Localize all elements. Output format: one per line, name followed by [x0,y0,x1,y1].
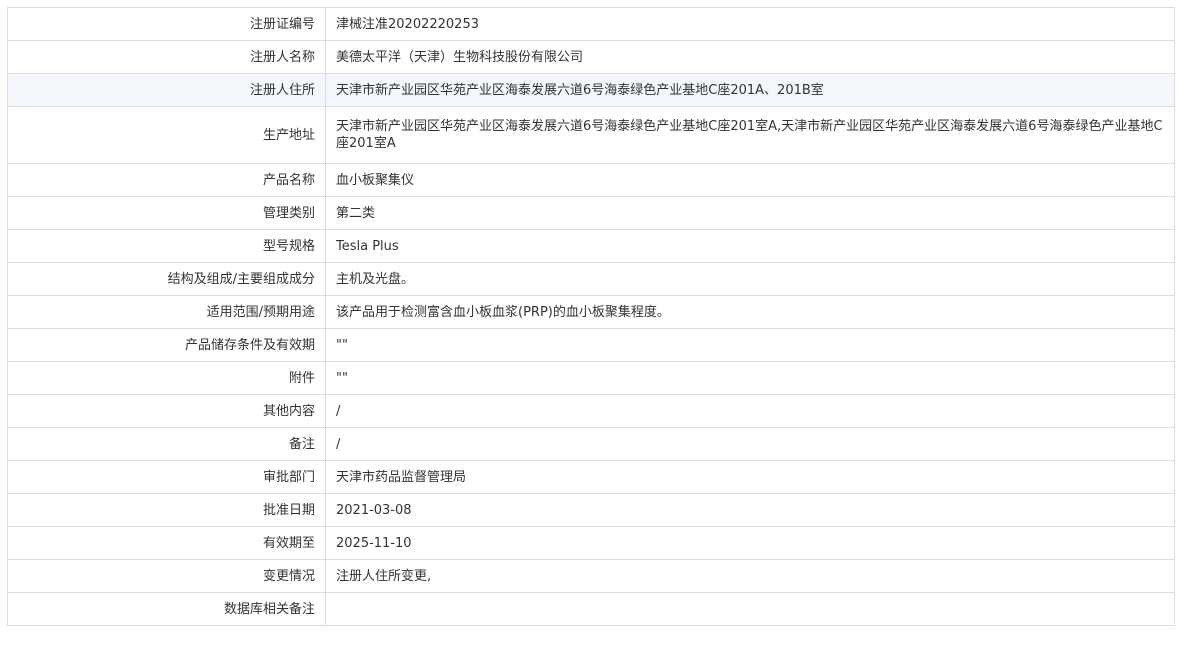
field-value: Tesla Plus [325,229,1175,263]
field-label: 附件 [7,361,326,395]
field-label: 备注 [7,427,326,461]
field-label: 变更情况 [7,559,326,593]
field-label: 注册证编号 [7,7,326,41]
table-row: 注册人名称 美德太平洋（天津）生物科技股份有限公司 [7,40,1175,74]
field-label: 审批部门 [7,460,326,494]
table-row: 产品名称 血小板聚集仪 [7,163,1175,197]
table-row: 附件 "" [7,361,1175,395]
table-row: 管理类别 第二类 [7,196,1175,230]
field-label: 注册人住所 [7,73,326,107]
field-value: / [325,394,1175,428]
field-label: 注册人名称 [7,40,326,74]
field-value: 血小板聚集仪 [325,163,1175,197]
field-label: 批准日期 [7,493,326,527]
field-label: 型号规格 [7,229,326,263]
table-row: 审批部门 天津市药品监督管理局 [7,460,1175,494]
field-value: 天津市新产业园区华苑产业区海泰发展六道6号海泰绿色产业基地C座201室A,天津市… [325,106,1175,164]
field-label: 有效期至 [7,526,326,560]
registration-detail-table: 注册证编号 津械注准20202220253 注册人名称 美德太平洋（天津）生物科… [7,7,1175,626]
field-value: 美德太平洋（天津）生物科技股份有限公司 [325,40,1175,74]
table-row: 变更情况 注册人住所变更, [7,559,1175,593]
field-value: 天津市新产业园区华苑产业区海泰发展六道6号海泰绿色产业基地C座201A、201B… [325,73,1175,107]
table-row: 型号规格 Tesla Plus [7,229,1175,263]
table-row: 有效期至 2025-11-10 [7,526,1175,560]
field-value: 注册人住所变更, [325,559,1175,593]
field-value: 主机及光盘。 [325,262,1175,296]
field-value: / [325,427,1175,461]
table-row: 适用范围/预期用途 该产品用于检测富含血小板血浆(PRP)的血小板聚集程度。 [7,295,1175,329]
field-value: 天津市药品监督管理局 [325,460,1175,494]
field-value: 该产品用于检测富含血小板血浆(PRP)的血小板聚集程度。 [325,295,1175,329]
field-value: 津械注准20202220253 [325,7,1175,41]
field-value: "" [325,361,1175,395]
table-row: 其他内容 / [7,394,1175,428]
field-label: 结构及组成/主要组成成分 [7,262,326,296]
table-row: 批准日期 2021-03-08 [7,493,1175,527]
table-row: 数据库相关备注 [7,592,1175,626]
field-value: 2021-03-08 [325,493,1175,527]
field-label: 管理类别 [7,196,326,230]
registration-detail-panel: 注册证编号 津械注准20202220253 注册人名称 美德太平洋（天津）生物科… [7,7,1175,626]
field-label: 其他内容 [7,394,326,428]
table-row: 结构及组成/主要组成成分 主机及光盘。 [7,262,1175,296]
field-value [325,592,1175,626]
table-row: 产品储存条件及有效期 "" [7,328,1175,362]
field-value: "" [325,328,1175,362]
field-value: 第二类 [325,196,1175,230]
table-row: 注册证编号 津械注准20202220253 [7,7,1175,41]
field-label: 产品储存条件及有效期 [7,328,326,362]
table-row: 备注 / [7,427,1175,461]
field-value: 2025-11-10 [325,526,1175,560]
field-label: 生产地址 [7,106,326,164]
table-row: 生产地址 天津市新产业园区华苑产业区海泰发展六道6号海泰绿色产业基地C座201室… [7,106,1175,164]
field-label: 产品名称 [7,163,326,197]
table-row: 注册人住所 天津市新产业园区华苑产业区海泰发展六道6号海泰绿色产业基地C座201… [7,73,1175,107]
field-label: 适用范围/预期用途 [7,295,326,329]
field-label: 数据库相关备注 [7,592,326,626]
